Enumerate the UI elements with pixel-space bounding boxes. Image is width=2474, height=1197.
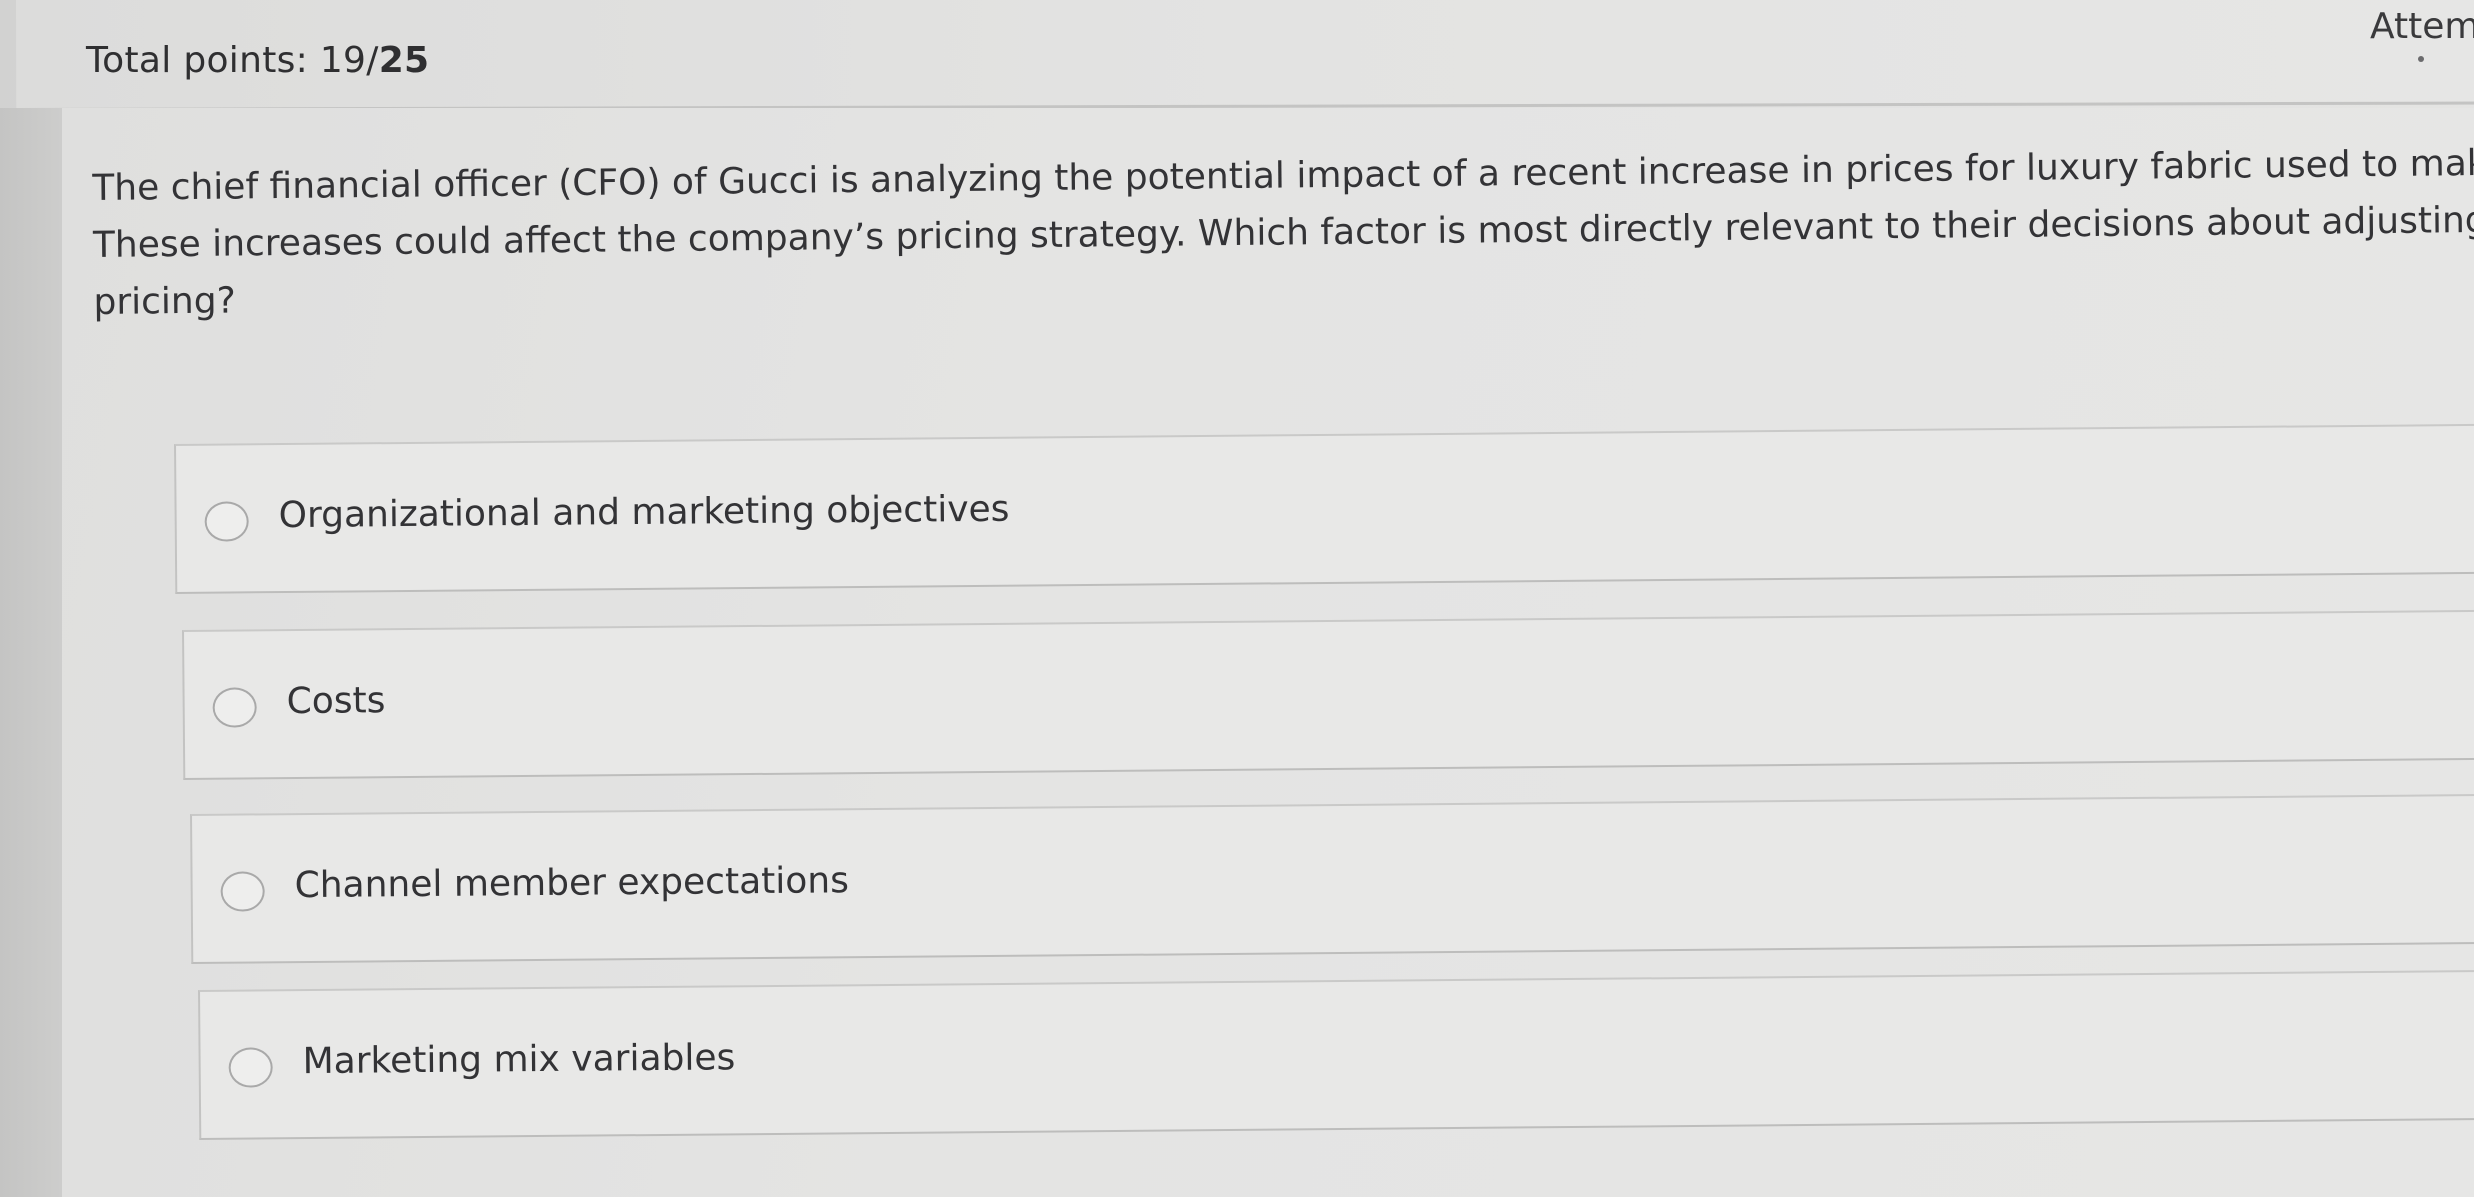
left-gutter (0, 108, 62, 1197)
answer-option-label: Channel member expectations (294, 860, 850, 907)
answer-option-organizational-objectives[interactable]: Organizational and marketing objectives (174, 423, 2474, 594)
answer-option-label: Organizational and marketing objectives (278, 488, 1010, 537)
attempt-label: Attem (2370, 6, 2474, 47)
total-points: Total points: 19/25 (86, 40, 429, 81)
total-points-max: 25 (378, 40, 430, 81)
question-text: The chief financial officer (CFO) of Guc… (92, 135, 2474, 331)
radio-button[interactable] (228, 1047, 273, 1088)
attempt-indicator-dot (2418, 56, 2424, 62)
answer-option-costs[interactable]: Costs (182, 609, 2474, 780)
answer-option-channel-member-expectations[interactable]: Channel member expectations (190, 793, 2474, 964)
answer-option-label: Costs (286, 680, 386, 723)
radio-button[interactable] (212, 687, 257, 728)
radio-button[interactable] (220, 871, 265, 912)
total-points-label: Total points: 19/ (86, 40, 379, 81)
radio-button[interactable] (204, 501, 249, 542)
answer-option-label: Marketing mix variables (302, 1037, 736, 1083)
answer-option-marketing-mix-variables[interactable]: Marketing mix variables (198, 969, 2474, 1140)
